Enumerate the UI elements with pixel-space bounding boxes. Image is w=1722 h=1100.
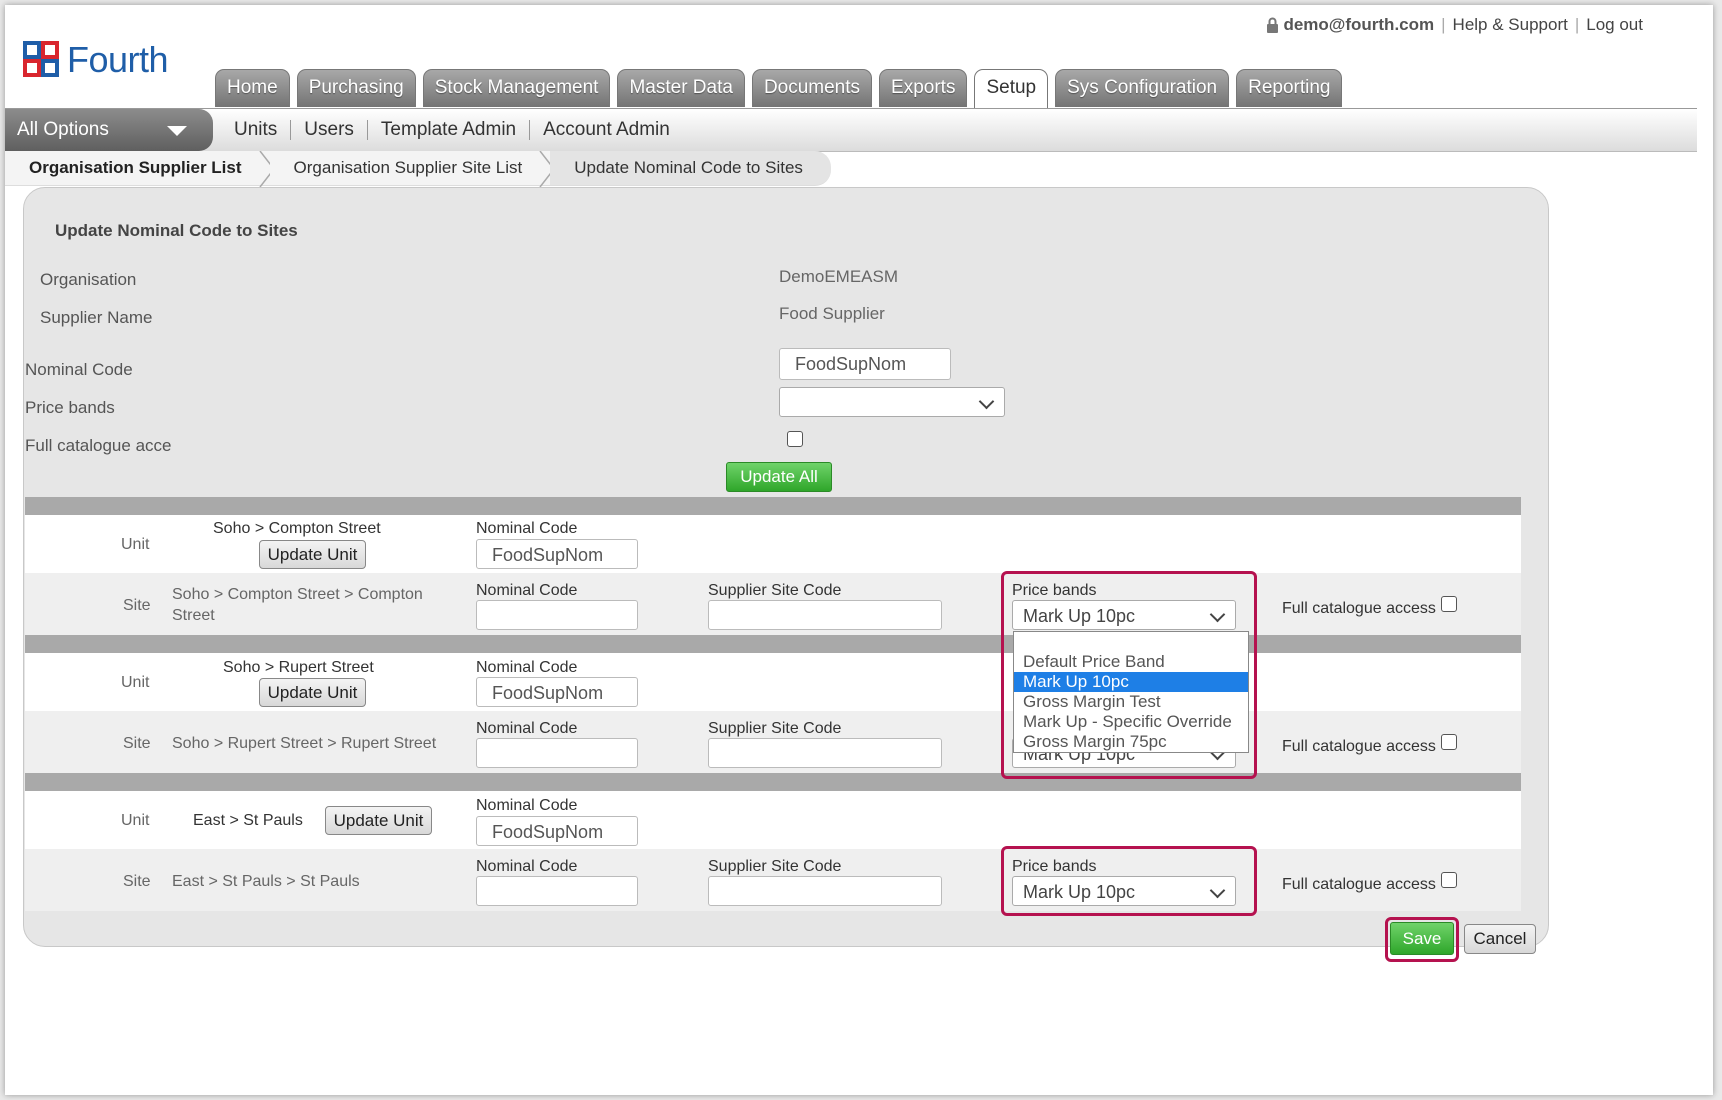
site-nominal-code-input[interactable]	[476, 738, 638, 768]
organisation-value: DemoEMEASM	[779, 267, 899, 286]
unit-path: Soho > Compton Street	[213, 520, 381, 537]
site-label: Site	[123, 597, 151, 614]
main-tabs: Home Purchasing Stock Management Master …	[215, 69, 1343, 109]
brand-name: Fourth	[67, 39, 169, 80]
unit-nominal-code-label: Nominal Code	[476, 520, 578, 537]
price-bands-select[interactable]	[779, 387, 1005, 417]
site-path-continued: Street	[172, 607, 215, 624]
full-catalogue-label: Full catalogue access	[25, 436, 171, 455]
chevron-down-icon	[978, 393, 995, 410]
tab-reporting[interactable]: Reporting	[1236, 69, 1343, 107]
site-nominal-code-label: Nominal Code	[476, 720, 578, 737]
site-label: Site	[123, 735, 151, 752]
lock-icon	[1267, 17, 1279, 33]
highlight-box	[1001, 571, 1257, 779]
update-all-button[interactable]: Update All	[726, 462, 832, 492]
supplier-site-code-input[interactable]	[708, 876, 942, 906]
unit-label: Unit	[121, 812, 150, 829]
breadcrumb-label: Organisation Supplier List	[29, 158, 242, 177]
tab-exports[interactable]: Exports	[879, 69, 968, 107]
full-catalogue-checkbox[interactable]	[787, 431, 803, 447]
unit-nominal-code-input[interactable]: FoodSupNom	[476, 677, 638, 707]
save-button[interactable]: Save	[1390, 922, 1454, 955]
breadcrumb-update-nominal-code: Update Nominal Code to Sites	[550, 151, 831, 186]
site-nominal-code-input[interactable]	[476, 600, 638, 630]
tab-documents[interactable]: Documents	[751, 69, 873, 107]
form-title: Update Nominal Code to Sites	[55, 221, 298, 240]
row-separator	[25, 773, 1521, 791]
tab-master-data[interactable]: Master Data	[617, 69, 745, 107]
tab-setup[interactable]: Setup	[974, 69, 1049, 109]
sub-navigation: All Options Units Users Template Admin A…	[5, 108, 1697, 152]
unit-label: Unit	[121, 674, 150, 691]
update-unit-button[interactable]: Update Unit	[259, 540, 366, 569]
full-catalogue-access-checkbox[interactable]	[1441, 734, 1457, 750]
row-separator	[25, 497, 1521, 515]
supplier-name-value: Food Supplier	[779, 304, 885, 323]
breadcrumb-label: Organisation Supplier Site List	[293, 158, 523, 177]
tab-sys-configuration[interactable]: Sys Configuration	[1055, 69, 1230, 107]
tab-purchasing[interactable]: Purchasing	[296, 69, 416, 107]
site-nominal-code-label: Nominal Code	[476, 858, 578, 875]
subnav-template-admin[interactable]: Template Admin	[368, 119, 529, 141]
supplier-site-code-input[interactable]	[708, 738, 942, 768]
fourth-logo-icon	[23, 41, 59, 77]
organisation-label: Organisation	[40, 270, 137, 289]
app-window: Fourth demo@fourth.com | Help & Support …	[5, 5, 1713, 1095]
supplier-name-label: Supplier Name	[40, 308, 153, 327]
highlight-box	[1001, 846, 1257, 916]
site-path: East > St Pauls > St Pauls	[172, 873, 360, 890]
nominal-code-label: Nominal Code	[25, 360, 133, 379]
subnav-units[interactable]: Units	[221, 119, 290, 141]
unit-nominal-code-label: Nominal Code	[476, 797, 578, 814]
subnav-account-admin[interactable]: Account Admin	[530, 119, 683, 141]
all-options-label: All Options	[17, 119, 109, 140]
tab-stock-management[interactable]: Stock Management	[422, 69, 611, 107]
unit-nominal-code-input[interactable]: FoodSupNom	[476, 539, 638, 569]
update-unit-button[interactable]: Update Unit	[259, 678, 366, 707]
breadcrumb: Organisation Supplier List Organisation …	[5, 151, 831, 187]
site-nominal-code-label: Nominal Code	[476, 582, 578, 599]
site-nominal-code-input[interactable]	[476, 876, 638, 906]
full-catalogue-access-checkbox[interactable]	[1441, 872, 1457, 888]
update-unit-button[interactable]: Update Unit	[325, 806, 432, 835]
site-label: Site	[123, 873, 151, 890]
help-support-link[interactable]: Help & Support	[1453, 15, 1568, 35]
row-separator	[25, 635, 1521, 653]
tab-home[interactable]: Home	[215, 69, 290, 107]
user-email: demo@fourth.com	[1283, 15, 1435, 34]
fourth-logo[interactable]: Fourth	[23, 39, 193, 83]
supplier-site-code-input[interactable]	[708, 600, 942, 630]
site-path: Soho > Compton Street > Compton	[172, 586, 423, 603]
full-catalogue-access-checkbox[interactable]	[1441, 596, 1457, 612]
logout-link[interactable]: Log out	[1586, 15, 1643, 35]
top-links: demo@fourth.com | Help & Support | Log o…	[1266, 15, 1643, 35]
supplier-site-code-label: Supplier Site Code	[708, 858, 842, 875]
supplier-site-code-label: Supplier Site Code	[708, 720, 842, 737]
unit-path: Soho > Rupert Street	[223, 659, 374, 676]
cancel-button[interactable]: Cancel	[1464, 924, 1536, 954]
nominal-code-input[interactable]: FoodSupNom	[779, 348, 951, 380]
subnav-users[interactable]: Users	[291, 119, 367, 141]
site-path: Soho > Rupert Street > Rupert Street	[172, 735, 437, 752]
full-catalogue-access-label: Full catalogue access	[1282, 876, 1436, 893]
price-bands-label: Price bands	[25, 398, 115, 417]
breadcrumb-label: Update Nominal Code to Sites	[574, 158, 803, 177]
unit-nominal-code-input[interactable]: FoodSupNom	[476, 816, 638, 846]
unit-path: East > St Pauls	[193, 812, 303, 829]
all-options-dropdown[interactable]: All Options	[5, 109, 213, 151]
unit-nominal-code-label: Nominal Code	[476, 659, 578, 676]
caret-down-icon	[167, 126, 187, 136]
breadcrumb-organisation-supplier-site-list[interactable]: Organisation Supplier Site List	[269, 151, 556, 187]
full-catalogue-access-label: Full catalogue access	[1282, 600, 1436, 617]
supplier-site-code-label: Supplier Site Code	[708, 582, 842, 599]
full-catalogue-access-label: Full catalogue access	[1282, 738, 1436, 755]
breadcrumb-organisation-supplier-list[interactable]: Organisation Supplier List	[5, 151, 275, 187]
unit-label: Unit	[121, 536, 150, 553]
